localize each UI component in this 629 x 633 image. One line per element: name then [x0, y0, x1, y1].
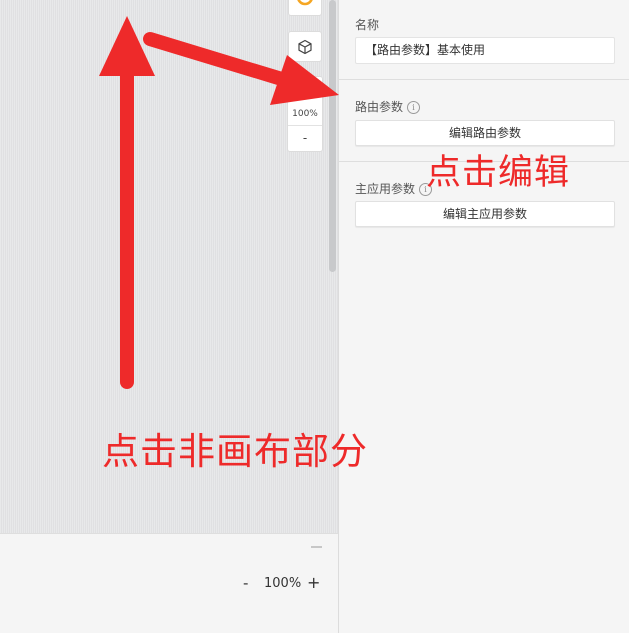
name-input[interactable]: 【路由参数】基本使用 [355, 37, 615, 64]
collapse-icon[interactable] [311, 546, 322, 548]
annotation-click-blank: 点击非画布部分 [102, 430, 368, 473]
zoom-out-button[interactable]: - [243, 574, 248, 592]
zoom-level: 100% [264, 576, 302, 591]
route-params-label-row: 路由参数 i [355, 98, 421, 115]
zoom-in-button[interactable]: + [307, 573, 320, 592]
orange-tool-button[interactable] [288, 0, 322, 16]
canvas-zoom-control: 100% - [287, 76, 323, 152]
name-label: 名称 [355, 18, 380, 32]
canvas-zoom-out-button[interactable]: - [288, 131, 322, 145]
annotation-click-edit: 点击编辑 [426, 153, 571, 193]
info-icon[interactable]: i [407, 101, 421, 114]
edit-main-app-params-button[interactable]: 编辑主应用参数 [355, 201, 615, 227]
properties-panel: 名称 【路由参数】基本使用 路由参数 i 编辑路由参数 主应用参数 i 编辑主应用参… [338, 0, 629, 633]
main-app-params-label-row: 主应用参数 i [355, 180, 433, 197]
canvas-vertical-scrollbar[interactable] [329, 0, 336, 272]
divider [288, 125, 322, 126]
divider [339, 79, 629, 80]
canvas-zoom-percent: 100% [292, 109, 318, 119]
edit-route-params-button[interactable]: 编辑路由参数 [355, 120, 615, 146]
main-app-params-label: 主应用参数 [355, 182, 416, 196]
route-params-label: 路由参数 [355, 100, 404, 114]
bottom-zoom-bar: - 100% + [0, 533, 338, 633]
3d-view-button[interactable] [288, 31, 322, 62]
orange-tool-icon [297, 0, 313, 6]
cube-icon [298, 39, 312, 54]
